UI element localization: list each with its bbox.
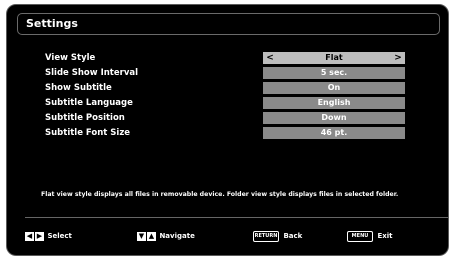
setting-label: View Style: [45, 53, 96, 63]
footer-select-label: Select: [47, 232, 72, 240]
down-arrow-key-icon: ▼: [137, 231, 146, 241]
setting-label: Show Subtitle: [45, 83, 112, 93]
footer-back-hint: RETURN Back: [253, 230, 302, 242]
setting-label: Subtitle Language: [45, 98, 133, 108]
setting-row-subtitle-font-size[interactable]: Subtitle Font Size 46 pt.: [45, 127, 405, 139]
setting-row-subtitle-language[interactable]: Subtitle Language English: [45, 97, 405, 109]
help-text: Flat view style displays all files in re…: [41, 191, 399, 198]
footer-exit-hint: MENU Exit: [347, 230, 392, 242]
subtitle-language-value[interactable]: English: [263, 97, 405, 109]
left-arrow-key-icon: ◀: [25, 231, 34, 241]
setting-row-slide-show-interval[interactable]: Slide Show Interval 5 sec.: [45, 67, 405, 79]
setting-label: Slide Show Interval: [45, 68, 139, 78]
footer-navigate-label: Navigate: [159, 232, 195, 240]
menu-key-icon: MENU: [347, 230, 373, 242]
chevron-right-icon[interactable]: >: [393, 52, 403, 64]
setting-label: Subtitle Font Size: [45, 128, 131, 138]
return-key-icon: RETURN: [253, 230, 279, 242]
up-arrow-key-icon: ▲: [147, 231, 156, 241]
footer-exit-label: Exit: [377, 232, 393, 240]
setting-row-view-style[interactable]: View Style < Flat >: [45, 52, 405, 64]
subtitle-position-value[interactable]: Down: [263, 112, 405, 124]
divider: [25, 217, 448, 218]
page-title: Settings: [17, 13, 440, 35]
setting-label: Subtitle Position: [45, 113, 125, 123]
footer-navigate-hint: ▼ ▲ Navigate: [137, 230, 195, 242]
footer-back-label: Back: [283, 232, 303, 240]
footer-select-hint: ◀ ▶ Select: [25, 230, 72, 242]
show-subtitle-value[interactable]: On: [263, 82, 405, 94]
subtitle-font-size-value[interactable]: 46 pt.: [263, 127, 405, 139]
settings-panel: Settings View Style < Flat > Slide Show …: [6, 4, 449, 256]
setting-row-show-subtitle[interactable]: Show Subtitle On: [45, 82, 405, 94]
setting-value: Flat: [325, 53, 343, 62]
view-style-selector[interactable]: < Flat >: [263, 52, 405, 64]
chevron-left-icon[interactable]: <: [265, 52, 275, 64]
slide-show-interval-value[interactable]: 5 sec.: [263, 67, 405, 79]
right-arrow-key-icon: ▶: [35, 231, 44, 241]
setting-row-subtitle-position[interactable]: Subtitle Position Down: [45, 112, 405, 124]
